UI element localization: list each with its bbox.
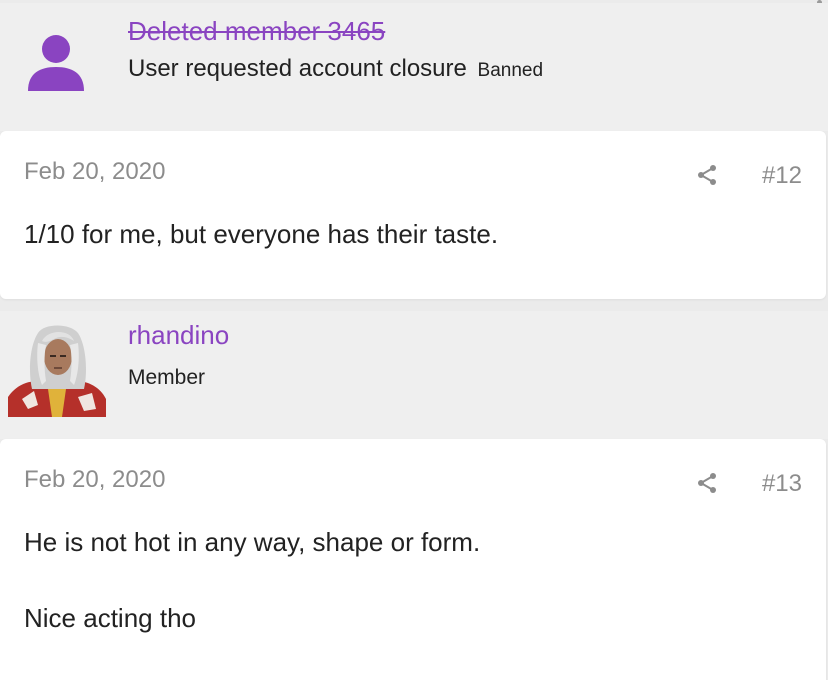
post-body-text: Nice acting tho <box>24 603 196 633</box>
post-card: Feb 20, 2020 #12 1/10 for me, but everyo… <box>0 131 826 299</box>
user-title: User requested account closure Banned <box>128 55 543 83</box>
post-body-text: He is not hot in any way, shape or form. <box>24 527 481 557</box>
post-date[interactable]: Feb 20, 2020 <box>24 158 165 186</box>
username-link[interactable]: Deleted member 3465 <box>128 16 385 47</box>
message-user-header: Deleted member 3465 User requested accou… <box>0 3 828 131</box>
message-user-header: rhandino Member <box>0 311 828 439</box>
post-number-link[interactable]: #12 <box>762 162 802 190</box>
post-card: Feb 20, 2020 #13 He is not hot in any wa… <box>0 439 826 680</box>
username-link[interactable]: rhandino <box>128 320 229 351</box>
user-banner: Banned <box>477 60 544 81</box>
post-body-text: 1/10 for me, but everyone has their tast… <box>24 219 499 249</box>
post-number-link[interactable]: #13 <box>762 470 802 498</box>
thread-page: Deleted member 3465 User requested accou… <box>0 0 828 680</box>
post-date[interactable]: Feb 20, 2020 <box>24 466 165 494</box>
user-title: Member <box>128 366 206 389</box>
share-icon[interactable] <box>695 163 719 187</box>
user-title-text: User requested account closure <box>128 55 467 82</box>
share-icon[interactable] <box>695 471 719 495</box>
user-avatar-image[interactable] <box>8 319 106 417</box>
generic-avatar-icon[interactable] <box>24 31 88 95</box>
